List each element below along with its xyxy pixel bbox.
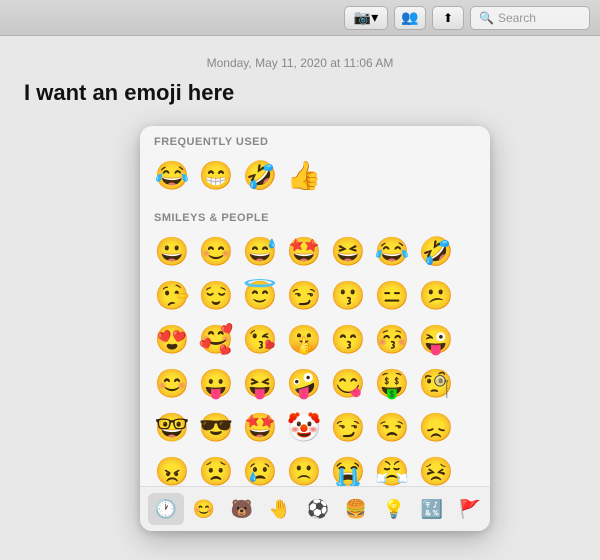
- emoji-item[interactable]: 🥰: [194, 318, 238, 362]
- emoji-item[interactable]: 😂: [370, 230, 414, 274]
- emoji-item[interactable]: 🙁: [282, 450, 326, 486]
- search-box[interactable]: 🔍 Search: [470, 6, 590, 30]
- emoji-item[interactable]: 🤩: [238, 406, 282, 450]
- emoji-item[interactable]: 😁: [194, 154, 238, 198]
- tab-smileys[interactable]: 😊: [186, 493, 222, 525]
- emoji-item[interactable]: 🤑: [370, 362, 414, 406]
- emoji-item[interactable]: 😣: [414, 450, 458, 486]
- tab-people[interactable]: 🤚: [262, 493, 298, 525]
- emoji-item[interactable]: 😭: [326, 450, 370, 486]
- frequently-used-label: FREQUENTLY USED: [140, 126, 490, 152]
- emoji-item[interactable]: 😏: [282, 274, 326, 318]
- emoji-item[interactable]: 😘: [238, 318, 282, 362]
- photo-icon-button[interactable]: 📷▾: [344, 6, 388, 30]
- toolbar: 📷▾ 👥 ⬆ 🔍 Search: [0, 0, 600, 36]
- contacts-icon: 👥: [401, 9, 418, 26]
- tab-recent[interactable]: 🕐: [148, 493, 184, 525]
- emoji-item[interactable]: 😒: [370, 406, 414, 450]
- tab-animals[interactable]: 🐻: [224, 493, 260, 525]
- emoji-item[interactable]: 😙: [326, 318, 370, 362]
- tab-food[interactable]: 🍔: [338, 493, 374, 525]
- emoji-item[interactable]: 😕: [414, 274, 458, 318]
- tab-objects[interactable]: 💡: [376, 493, 412, 525]
- emoji-item[interactable]: 😟: [194, 450, 238, 486]
- emoji-item[interactable]: 😋: [326, 362, 370, 406]
- search-icon: 🔍: [479, 11, 494, 25]
- emoji-item[interactable]: 🤣: [238, 154, 282, 198]
- emoji-item[interactable]: 😏: [326, 406, 370, 450]
- emoji-item[interactable]: 😆: [326, 230, 370, 274]
- emoji-item[interactable]: 🤩: [282, 230, 326, 274]
- emoji-item[interactable]: 👍: [282, 154, 326, 198]
- emoji-item[interactable]: 😊: [194, 230, 238, 274]
- tab-symbols[interactable]: 🔣: [414, 493, 450, 525]
- emoji-item[interactable]: 😢: [238, 450, 282, 486]
- share-icon-button[interactable]: ⬆: [432, 6, 464, 30]
- emoji-item[interactable]: 🤣: [414, 230, 458, 274]
- toolbar-icons: 📷▾ 👥 ⬆ 🔍 Search: [344, 6, 590, 30]
- emoji-item[interactable]: 😜: [414, 318, 458, 362]
- emoji-item[interactable]: 😠: [150, 450, 194, 486]
- search-label: Search: [498, 11, 536, 25]
- tab-flags[interactable]: 🚩: [452, 493, 488, 525]
- message-text: I want an emoji here: [24, 80, 576, 106]
- emoji-picker: FREQUENTLY USED 😂 😁 🤣 👍 SMILEYS & PEOPLE…: [140, 126, 490, 531]
- emoji-item[interactable]: 😚: [370, 318, 414, 362]
- emoji-item[interactable]: 🤓: [150, 406, 194, 450]
- emoji-item[interactable]: 😑: [370, 274, 414, 318]
- emoji-item[interactable]: 🤪: [282, 362, 326, 406]
- emoji-picker-body[interactable]: FREQUENTLY USED 😂 😁 🤣 👍 SMILEYS & PEOPLE…: [140, 126, 490, 486]
- emoji-item[interactable]: 🤥: [150, 274, 194, 318]
- date-display: Monday, May 11, 2020 at 11:06 AM: [24, 56, 576, 70]
- emoji-item[interactable]: 😗: [326, 274, 370, 318]
- emoji-item[interactable]: 😂: [150, 154, 194, 198]
- emoji-item[interactable]: 😊: [150, 362, 194, 406]
- tab-sports[interactable]: ⚽: [300, 493, 336, 525]
- emoji-item[interactable]: 😀: [150, 230, 194, 274]
- emoji-item[interactable]: 😛: [194, 362, 238, 406]
- emoji-item[interactable]: 😞: [414, 406, 458, 450]
- emoji-item[interactable]: 😤: [370, 450, 414, 486]
- content-area: Monday, May 11, 2020 at 11:06 AM I want …: [0, 36, 600, 130]
- emoji-item[interactable]: 😍: [150, 318, 194, 362]
- emoji-item[interactable]: 😝: [238, 362, 282, 406]
- smileys-people-label: SMILEYS & PEOPLE: [140, 202, 490, 228]
- frequently-used-grid: 😂 😁 🤣 👍: [140, 152, 490, 202]
- share-icon: ⬆: [443, 11, 453, 25]
- emoji-tab-bar: 🕐 😊 🐻 🤚 ⚽ 🍔 💡 🔣 🚩 »: [140, 486, 490, 531]
- emoji-item[interactable]: 🧐: [414, 362, 458, 406]
- emoji-item[interactable]: 🤫: [282, 318, 326, 362]
- emoji-item[interactable]: 😇: [238, 274, 282, 318]
- emoji-item[interactable]: 🤡: [282, 406, 326, 450]
- emoji-item[interactable]: 😅: [238, 230, 282, 274]
- emoji-item[interactable]: 😎: [194, 406, 238, 450]
- smileys-grid: 😀 😊 😅 🤩 😆 😂 🤣 🤥 😌 😇 😏 😗 😑 😕 😍 🥰 😘 🤫: [140, 228, 490, 486]
- contacts-icon-button[interactable]: 👥: [394, 6, 426, 30]
- photo-icon: 📷▾: [354, 9, 378, 26]
- emoji-item[interactable]: 😌: [194, 274, 238, 318]
